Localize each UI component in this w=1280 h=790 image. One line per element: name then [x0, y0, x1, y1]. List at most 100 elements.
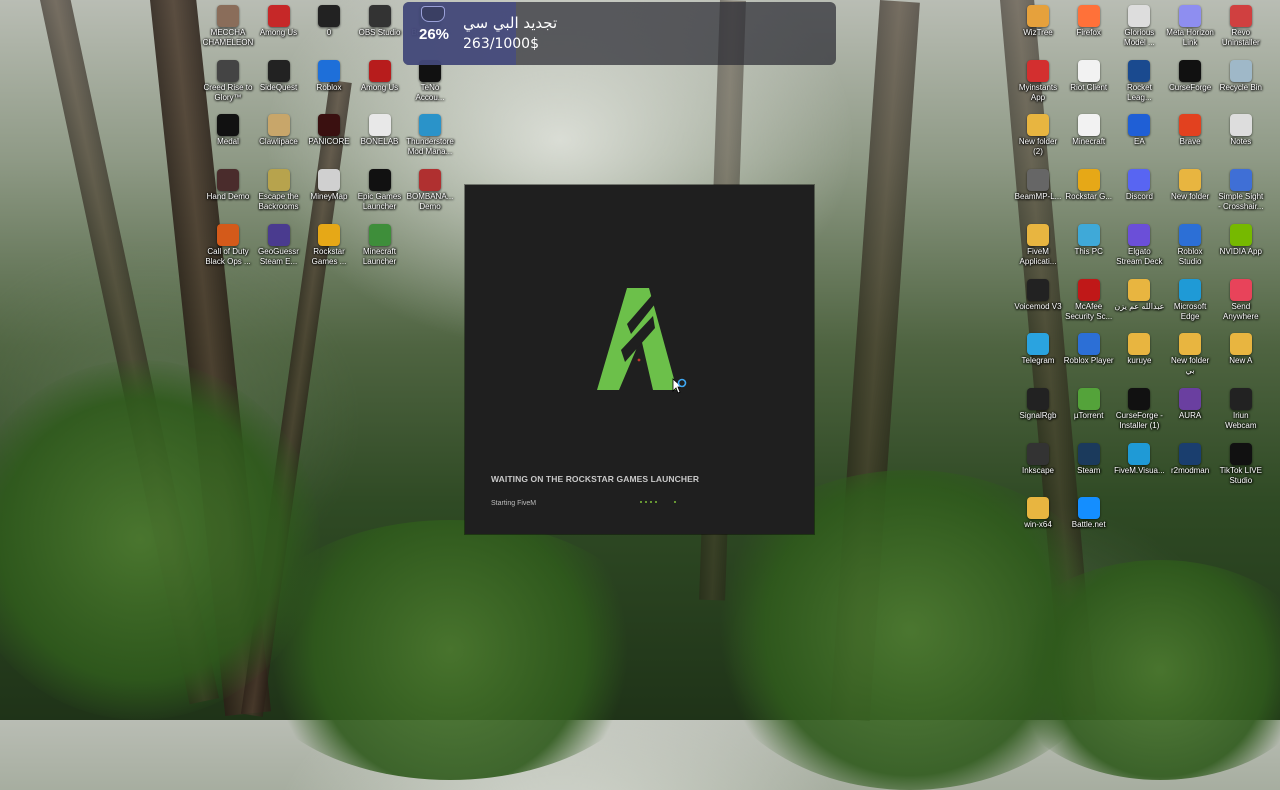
desktop-icon[interactable]: Revo Uninstaller	[1215, 5, 1267, 48]
desktop-icon[interactable]: win-x64	[1012, 497, 1064, 530]
desktop-icon[interactable]: Myinstants App	[1012, 59, 1064, 103]
widget-title: تجديد البي سي	[463, 14, 558, 32]
desktop-icon[interactable]: Minecraft	[1063, 114, 1115, 147]
desktop-icon[interactable]: TikTok LIVE Studio	[1215, 442, 1267, 486]
desktop-icon[interactable]: Telegram	[1012, 333, 1064, 366]
desktop-icon[interactable]: Rockstar G...	[1063, 169, 1115, 202]
desktop-icon[interactable]: Iriun Webcam	[1215, 387, 1267, 431]
progress-percent: 26%	[418, 26, 450, 43]
desktop-icon[interactable]: Call of Duty Black Ops ...	[202, 223, 254, 267]
desktop-icon[interactable]: r2modman	[1164, 442, 1216, 476]
desktop-icon-label: New folder (2)	[1018, 137, 1058, 157]
desktop-icon[interactable]: Roblox Studio	[1164, 223, 1216, 267]
desktop-icon[interactable]: Firefox	[1063, 5, 1115, 38]
desktop-icon-label: TikTok LIVE Studio	[1219, 465, 1262, 485]
battlenet-icon	[1077, 497, 1100, 520]
desktop-icon[interactable]: MECCHA CHAMELEON	[202, 5, 254, 48]
desktop-icon[interactable]: This PC	[1063, 223, 1115, 257]
desktop-icon[interactable]: GeoGuessr Steam E...	[253, 223, 305, 267]
desktop-icon[interactable]: Glorious Model ...	[1113, 5, 1165, 48]
desktop-icon-label: New A	[1229, 356, 1253, 366]
desktop-icon-label: Clawlipace	[259, 137, 298, 147]
recycle-bin-icon	[1229, 59, 1252, 82]
tiktok-icon	[1229, 442, 1252, 465]
desktop-icon[interactable]: Roblox	[303, 59, 355, 93]
desktop-icon[interactable]: Clawlipace	[253, 114, 305, 147]
game-icon	[217, 169, 239, 192]
desktop-icon-label: Voicemod V3	[1014, 301, 1062, 311]
desktop-icon[interactable]: Roblox Player	[1063, 333, 1115, 366]
desktop-icon[interactable]: µTorrent	[1063, 387, 1115, 421]
epic-games-icon	[368, 169, 391, 192]
desktop-icon-label: Rocket Leag...	[1126, 82, 1152, 102]
desktop-icon[interactable]: Microsoft Edge	[1164, 278, 1216, 322]
desktop-icon[interactable]: Hand Demo	[202, 169, 254, 202]
desktop-icon[interactable]: Elgato Stream Deck	[1113, 223, 1165, 267]
desktop-icon-label: r2modman	[1170, 465, 1210, 475]
desktop-icon[interactable]: WizTree	[1012, 5, 1064, 38]
desktop-icon[interactable]: McAfee Security Sc...	[1063, 278, 1115, 322]
desktop-icon[interactable]: 0	[303, 5, 355, 38]
desktop-icon[interactable]: Riot Client	[1063, 59, 1115, 93]
desktop-icon[interactable]: CurseForge	[1164, 59, 1216, 93]
desktop-icon[interactable]: عبدالله عم يزن	[1113, 278, 1165, 312]
desktop-icon-label: Minecraft Launcher	[362, 246, 397, 266]
desktop-icon[interactable]: SignalRgb	[1012, 387, 1064, 421]
desktop-icon[interactable]: BOMBANA... Demo	[404, 169, 456, 212]
desktop-icon[interactable]: Discord	[1113, 169, 1165, 202]
desktop-icon[interactable]: Notes	[1215, 114, 1267, 147]
telegram-icon	[1027, 333, 1049, 356]
desktop-icon[interactable]: Simple Sight - Crosshair...	[1215, 169, 1267, 212]
desktop-icon[interactable]: New folder	[1164, 169, 1216, 202]
desktop-icon[interactable]: MineyMap	[303, 169, 355, 202]
desktop-icon[interactable]: Minecraft Launcher	[354, 223, 406, 267]
desktop-icon[interactable]: Epic Games Launcher	[354, 169, 406, 212]
steam-icon	[1077, 442, 1100, 465]
desktop-icon[interactable]: Brave	[1164, 114, 1216, 147]
desktop-icon[interactable]: Recycle Bin	[1215, 59, 1267, 93]
desktop-icon[interactable]: kuruye	[1113, 333, 1165, 366]
donation-progress-widget: 26% تجديد البي سي 263/1000$	[403, 2, 836, 65]
desktop-icon-label: Inkscape	[1021, 465, 1055, 475]
desktop-icon[interactable]: EA	[1113, 114, 1165, 147]
desktop-icon[interactable]: AURA	[1164, 387, 1216, 421]
desktop-icon[interactable]: New A	[1215, 333, 1267, 366]
desktop-icon[interactable]: Steam	[1063, 442, 1115, 476]
desktop-icon[interactable]: Send Anywhere	[1215, 278, 1267, 322]
desktop-icon[interactable]: Rocket Leag...	[1113, 59, 1165, 103]
desktop-icon[interactable]: New folder (2)	[1012, 114, 1064, 157]
desktop-icon[interactable]: Rockstar Games ...	[303, 223, 355, 267]
desktop-icon-label: Among Us	[259, 28, 298, 37]
rockstar-icon	[1077, 169, 1100, 192]
desktop-icon[interactable]: FiveM Applicati...	[1012, 223, 1064, 267]
desktop-icon[interactable]: SideQuest	[253, 59, 305, 93]
desktop-icon[interactable]: Inkscape	[1012, 442, 1064, 476]
desktop-icon[interactable]: Battle.net	[1063, 497, 1115, 530]
desktop-icon[interactable]: New folder بي	[1164, 333, 1216, 376]
desktop-icon[interactable]: Creed Rise to Glory™	[202, 59, 254, 103]
desktop-icon[interactable]: FiveM.Visua...	[1113, 442, 1165, 476]
desktop-icon-label: Hand Demo	[206, 192, 250, 202]
desktop-icon[interactable]: BeamMP-L...	[1012, 169, 1064, 202]
desktop-icon-label: عبدالله عم يزن	[1114, 301, 1165, 311]
desktop-icon[interactable]: Among Us	[354, 59, 406, 93]
desktop-icon[interactable]: PANICORE	[303, 114, 355, 147]
desktop-icon-label: Rockstar G...	[1065, 192, 1113, 202]
desktop-icon-label: Medal	[217, 137, 239, 147]
desktop-icon-label: FiveM.Visua...	[1114, 465, 1165, 475]
desktop-icon[interactable]: TeNo Accou...	[404, 59, 456, 103]
desktop-icon-label: Firefox	[1076, 28, 1101, 37]
desktop-icon[interactable]: Meta Horizon Link	[1164, 5, 1216, 48]
desktop-icon[interactable]: CurseForge - Installer (1)	[1113, 387, 1165, 431]
desktop-icon[interactable]: Voicemod V3	[1012, 278, 1064, 312]
desktop-icon[interactable]: OBS Studio	[354, 5, 406, 38]
desktop-icon[interactable]: NVIDIA App	[1215, 223, 1267, 257]
desktop-icon-label: EA	[1134, 137, 1145, 147]
mcafee-icon	[1077, 278, 1100, 301]
desktop-icon[interactable]: BONELAB	[354, 114, 406, 147]
desktop-icon[interactable]: Among Us	[253, 5, 305, 38]
desktop-icon[interactable]: Thunderstore Mod Mana...	[404, 114, 456, 157]
game-icon	[419, 169, 441, 192]
desktop-icon[interactable]: Medal	[202, 114, 254, 147]
desktop-icon[interactable]: Escape the Backrooms	[253, 169, 305, 212]
